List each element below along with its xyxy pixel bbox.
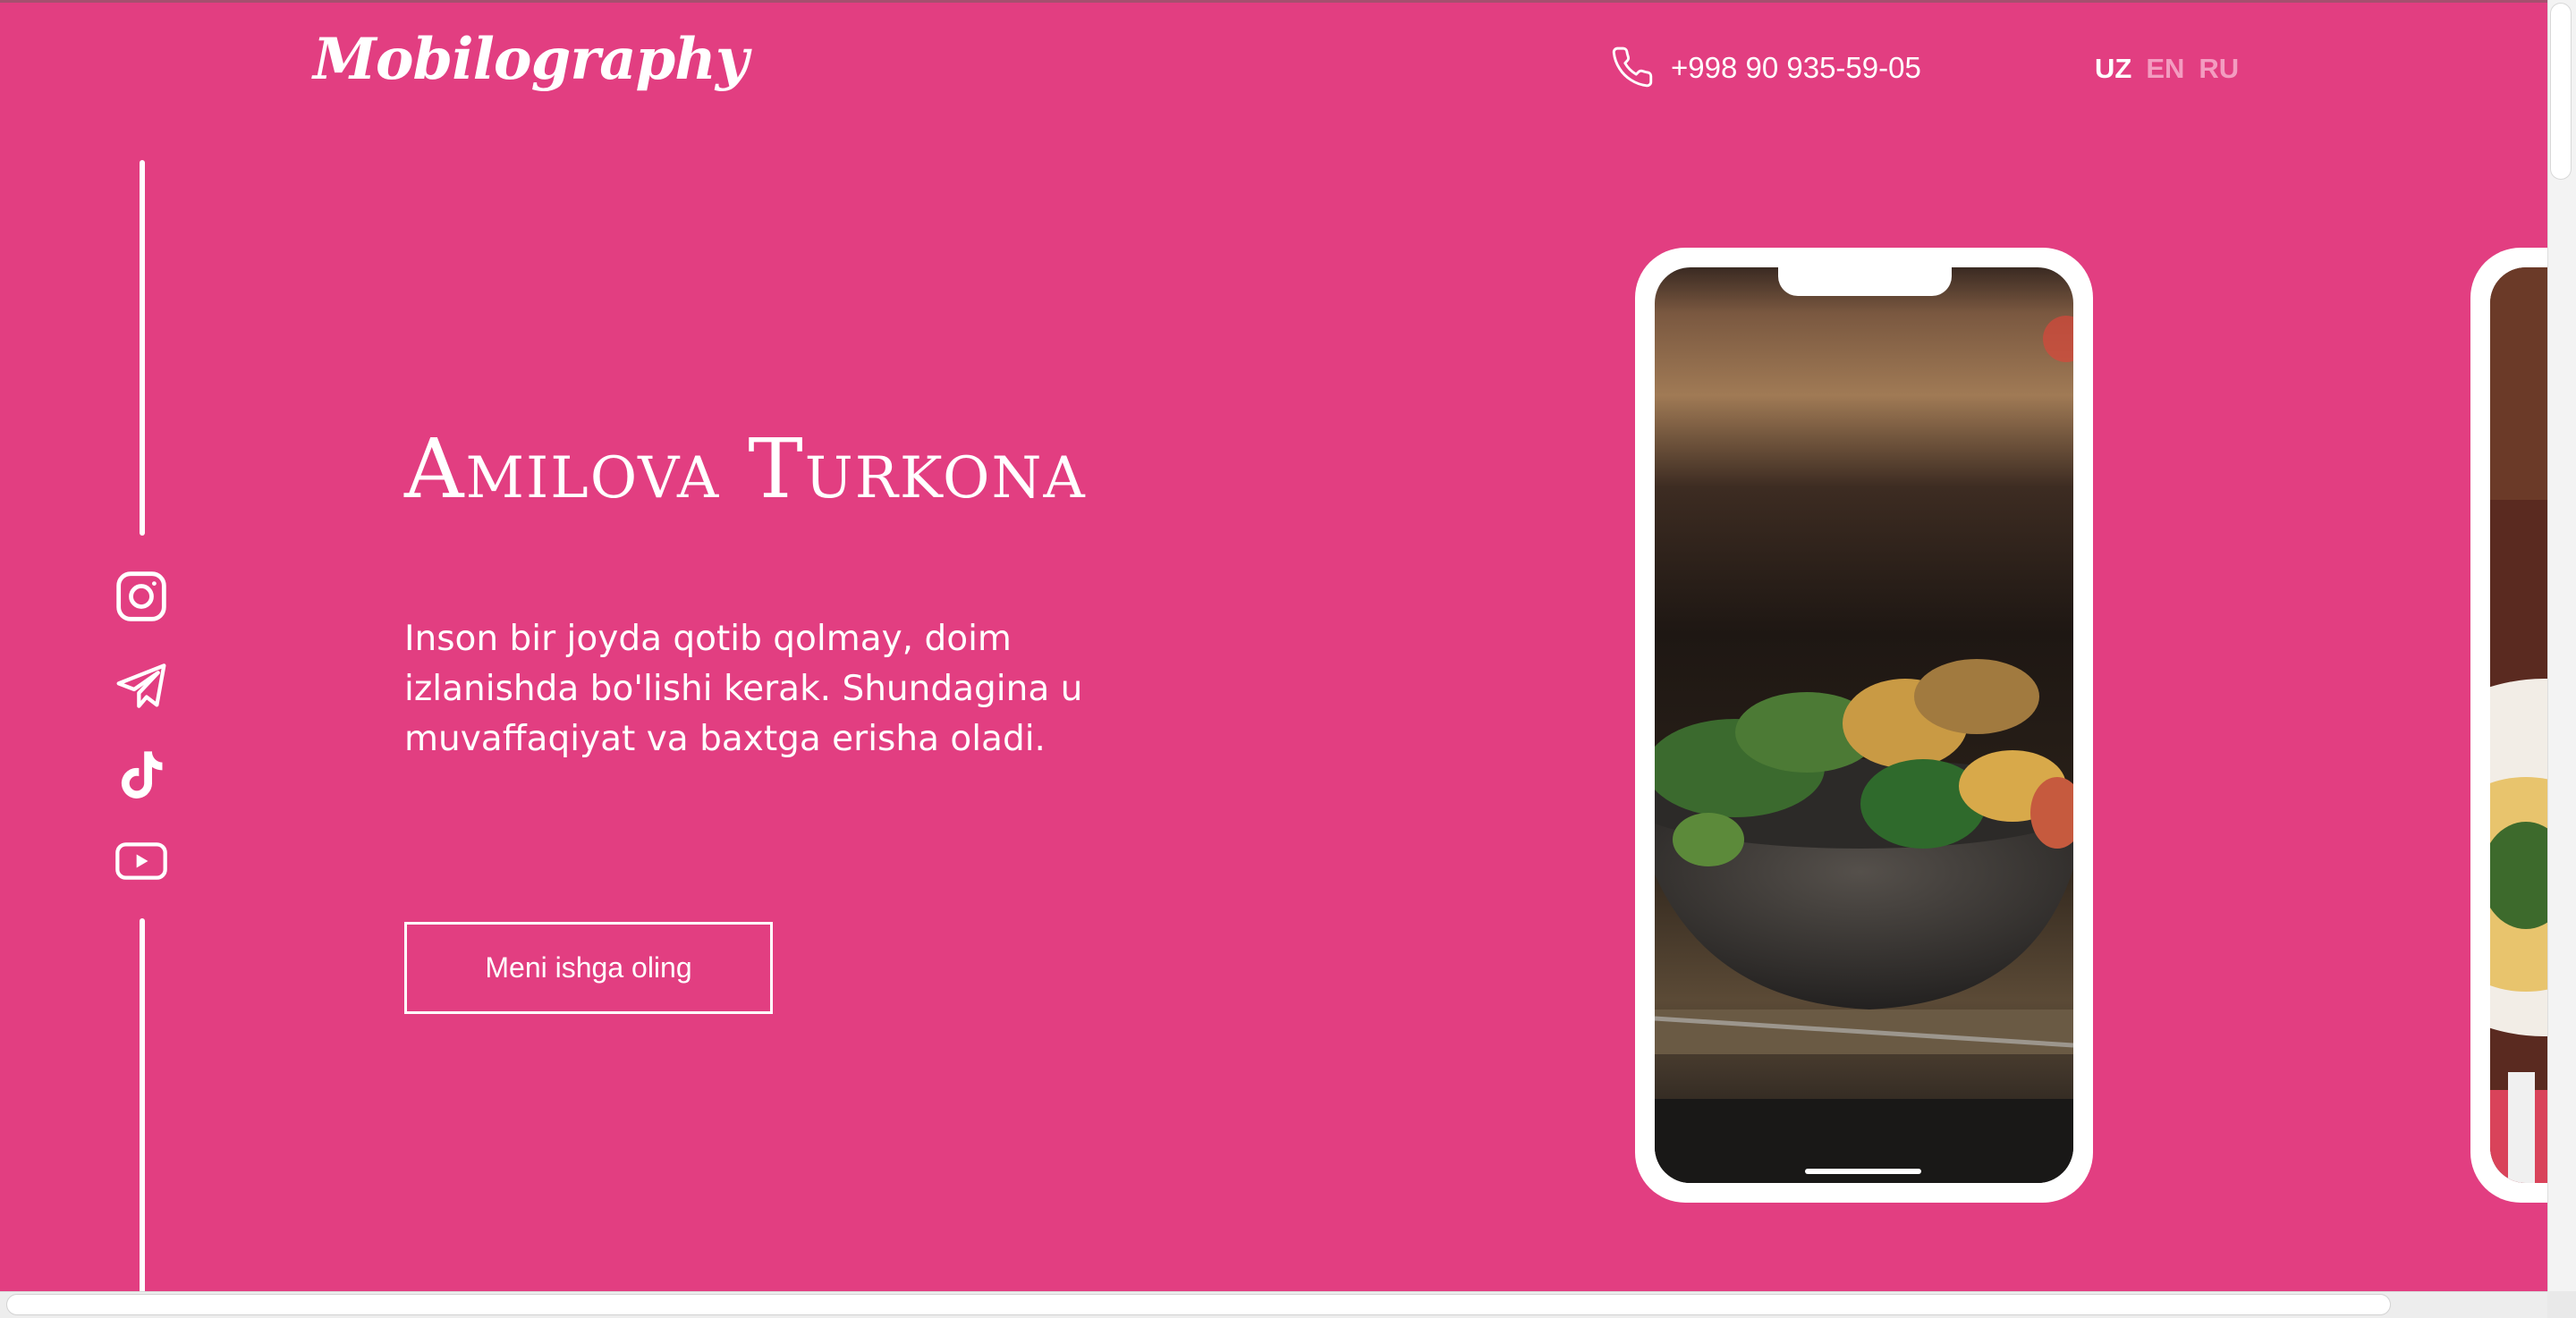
- phone-notch: [1778, 267, 1952, 296]
- phone-mockup-next: [2470, 248, 2547, 1203]
- hire-me-button[interactable]: Meni ishga oling: [404, 922, 773, 1014]
- lang-en[interactable]: EN: [2146, 53, 2184, 85]
- salad-bowl-photo[interactable]: [1655, 267, 2073, 1183]
- instagram-link[interactable]: [111, 566, 172, 627]
- social-rail-bottom-line: [140, 918, 145, 1291]
- language-switcher: UZ EN RU: [2095, 53, 2239, 85]
- vertical-scrollbar-thumb[interactable]: [2551, 4, 2571, 179]
- telegram-icon: [116, 663, 166, 708]
- tiktok-link[interactable]: [111, 745, 172, 806]
- plated-food-photo[interactable]: [2490, 267, 2547, 1183]
- tiktok-icon: [121, 751, 163, 798]
- vertical-scrollbar[interactable]: [2547, 0, 2576, 1291]
- lang-uz[interactable]: UZ: [2095, 53, 2131, 85]
- social-rail-top-line: [140, 160, 145, 536]
- site-logo[interactable]: Mobilography: [313, 26, 749, 93]
- lang-ru[interactable]: RU: [2199, 53, 2239, 85]
- phone-mockup: [1635, 248, 2093, 1203]
- youtube-link[interactable]: [111, 831, 172, 891]
- scrollbar-corner: [2547, 1291, 2576, 1318]
- horizontal-scrollbar-thumb[interactable]: [7, 1295, 2390, 1314]
- telegram-link[interactable]: [111, 655, 172, 716]
- phone-icon: [1612, 46, 1653, 88]
- hero-description: Inson bir joyda qotib qolmay, doim izlan…: [404, 619, 1083, 759]
- phone-number[interactable]: +998 90 935-59-05: [1671, 51, 1921, 85]
- instagram-icon: [116, 571, 166, 621]
- header-contact[interactable]: +998 90 935-59-05: [1612, 46, 1921, 90]
- youtube-icon: [115, 842, 167, 880]
- hero-title: Amilova Turkona: [404, 421, 1087, 517]
- phone-home-indicator: [1805, 1169, 1921, 1174]
- landing-page: Mobilography +998 90 935-59-05 UZ EN RU: [0, 0, 2547, 1291]
